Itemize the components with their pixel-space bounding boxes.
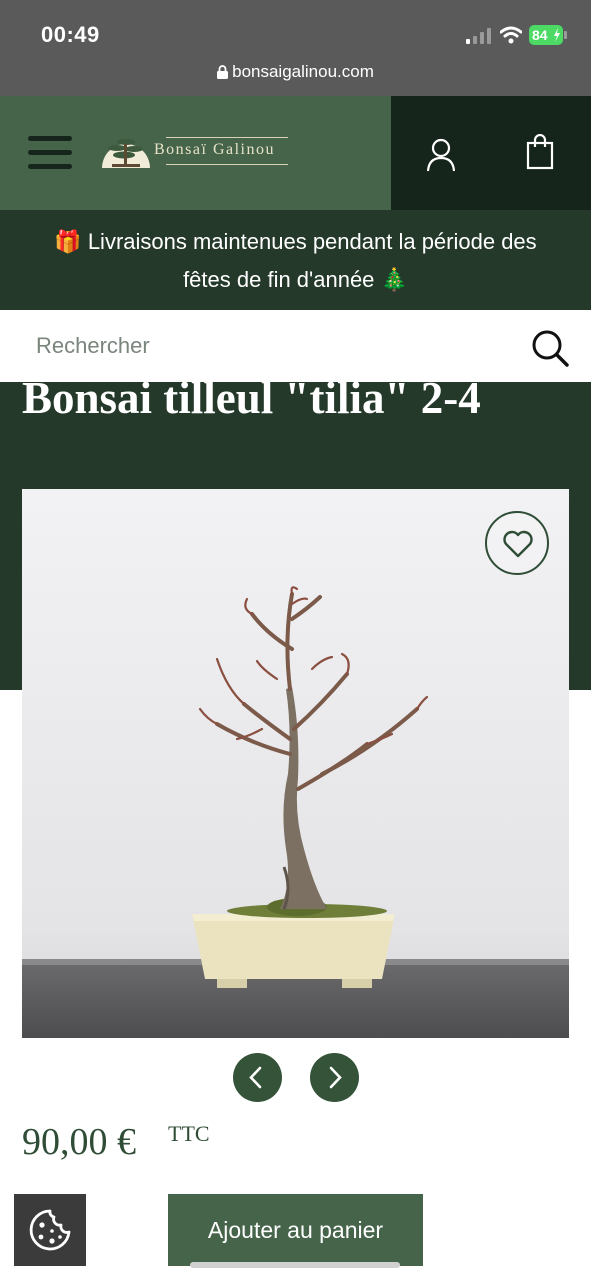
logo-divider-bottom <box>166 164 288 165</box>
price-tax-label: TTC <box>168 1121 210 1146</box>
logo-text: Bonsaï Galinou <box>154 141 275 158</box>
user-icon[interactable] <box>426 138 456 172</box>
chevron-right-icon <box>329 1066 342 1089</box>
cookie-settings-button[interactable] <box>14 1194 86 1266</box>
add-to-wishlist-button[interactable] <box>485 511 549 575</box>
site-header: Bonsaï Galinou <box>0 96 591 210</box>
site-logo[interactable]: Bonsaï Galinou <box>102 134 302 170</box>
address-bar[interactable]: bonsaigalinou.com <box>0 62 591 82</box>
bonsai-photo-illustration <box>22 489 569 1038</box>
product-price: 90,00 € <box>22 1121 136 1163</box>
product-title: Bonsai tilleul "tilia" 2-4 <box>22 373 481 423</box>
search-input[interactable] <box>22 324 512 368</box>
battery-icon: 84 <box>529 25 567 45</box>
add-to-cart-button[interactable]: Ajouter au panier <box>168 1194 423 1266</box>
url-text: bonsaigalinou.com <box>232 62 374 81</box>
cookie-icon <box>29 1209 71 1251</box>
bonsai-tree-logo-icon <box>102 139 150 168</box>
menu-button[interactable] <box>28 136 72 172</box>
chevron-left-icon <box>249 1066 262 1089</box>
scroll-indicator <box>190 1262 400 1268</box>
wifi-icon <box>500 26 522 44</box>
logo-divider-top <box>166 137 288 138</box>
shopping-bag-icon[interactable] <box>526 134 554 170</box>
menu-icon-bar <box>28 150 72 155</box>
heart-icon <box>503 530 533 558</box>
battery-level: 84 <box>532 27 548 43</box>
previous-image-button[interactable] <box>233 1053 282 1102</box>
clock: 00:49 <box>41 22 100 47</box>
menu-icon-bar <box>28 164 72 169</box>
banner-line-2: fêtes de fin d'année 🎄 <box>183 267 408 292</box>
next-image-button[interactable] <box>310 1053 359 1102</box>
header-actions-panel <box>391 96 591 210</box>
lock-icon <box>217 65 229 79</box>
holiday-shipping-banner: 🎁 Livraisons maintenues pendant la pério… <box>0 210 591 310</box>
cellular-signal-icon <box>466 28 491 44</box>
search-icon[interactable] <box>530 328 570 368</box>
menu-icon-bar <box>28 136 72 141</box>
browser-status-bar: 00:49 84 bonsaigalinou.com <box>0 0 591 96</box>
banner-line-1: 🎁 Livraisons maintenues pendant la pério… <box>54 229 537 254</box>
product-image[interactable] <box>22 489 569 1038</box>
